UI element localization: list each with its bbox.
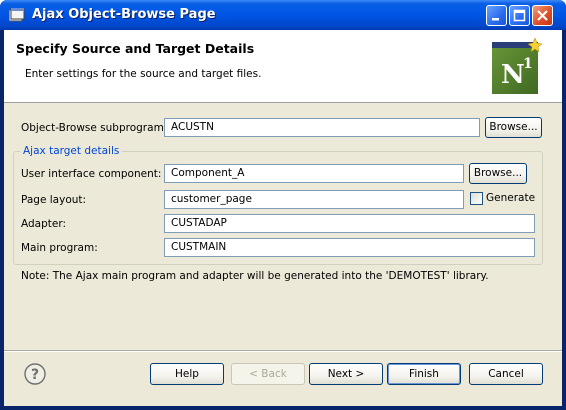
ui-component-label: User interface component: <box>21 168 162 180</box>
svg-text:?: ? <box>31 367 39 383</box>
finish-button[interactable]: Finish <box>387 363 461 385</box>
title-bar[interactable]: Ajax Object-Browse Page <box>0 0 566 30</box>
minimize-button[interactable] <box>486 5 507 26</box>
group-title: Ajax target details <box>20 145 123 157</box>
generate-checkbox[interactable] <box>470 192 483 205</box>
main-program-label: Main program: <box>21 242 98 254</box>
ui-component-browse-button[interactable]: Browse... <box>469 163 527 184</box>
wizard-header: Specify Source and Target Details Enter … <box>4 30 562 103</box>
close-button[interactable] <box>532 5 553 26</box>
dialog-client-area: Specify Source and Target Details Enter … <box>4 30 562 406</box>
subprogram-browse-button[interactable]: Browse... <box>485 117 542 138</box>
subprogram-label: Object-Browse subprogram: <box>21 122 168 134</box>
help-circle-icon[interactable]: ? <box>24 363 46 385</box>
page-layout-label: Page layout: <box>21 194 87 206</box>
svg-text:1: 1 <box>523 56 533 72</box>
note-text: Note: The Ajax main program and adapter … <box>21 270 489 282</box>
generate-label: Generate <box>486 192 536 204</box>
window-title: Ajax Object-Browse Page <box>32 7 216 22</box>
adapter-field[interactable]: CUSTADAP <box>164 214 535 233</box>
back-button[interactable]: < Back <box>231 363 305 385</box>
n1-logo: N 1 <box>492 38 542 94</box>
main-program-field[interactable]: CUSTMAIN <box>164 238 535 257</box>
maximize-icon <box>513 9 526 22</box>
close-icon <box>537 10 548 21</box>
page-description: Enter settings for the source and target… <box>25 68 262 80</box>
subprogram-field[interactable]: ACUSTN <box>164 118 480 137</box>
minimize-icon <box>492 18 499 21</box>
cancel-button[interactable]: Cancel <box>469 363 543 385</box>
maximize-button[interactable] <box>509 5 530 26</box>
page-layout-field[interactable]: customer_page <box>164 190 464 209</box>
svg-text:N: N <box>501 60 525 90</box>
dialog-window: Ajax Object-Browse Page Specify Source a… <box>0 0 566 410</box>
adapter-label: Adapter: <box>21 218 67 230</box>
button-bar-separator <box>4 350 562 352</box>
page-title: Specify Source and Target Details <box>16 41 255 56</box>
ui-component-field[interactable]: Component_A <box>164 164 464 183</box>
help-button[interactable]: Help <box>150 363 224 385</box>
window-app-icon <box>8 7 25 22</box>
next-button[interactable]: Next > <box>309 363 383 385</box>
